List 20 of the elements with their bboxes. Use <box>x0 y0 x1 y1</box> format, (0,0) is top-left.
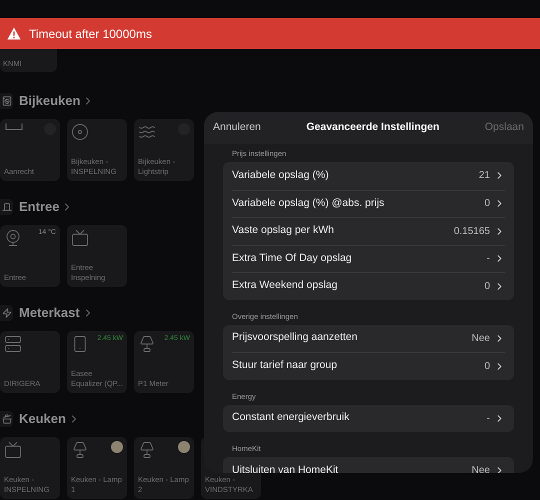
setting-label: Vaste opslag per kWh <box>232 223 334 238</box>
dialog-title: Geavanceerde Instellingen <box>306 120 440 136</box>
setting-value: 21 <box>478 169 490 184</box>
setting-value: Nee <box>472 332 490 346</box>
setting-label: Extra Time Of Day opslag <box>232 250 352 266</box>
setting-label: Extra Weekend opslag <box>232 278 338 294</box>
setting-value: 0 <box>484 280 490 294</box>
setting-label: Variabele opslag (%) @abs. prijs <box>232 196 384 211</box>
setting-label: Stuur tarief naar group <box>232 358 338 374</box>
setting-value: 0 <box>484 360 490 374</box>
setting-value: - <box>486 412 490 426</box>
error-message: Timeout after 10000ms <box>29 26 152 42</box>
setting-value: Nee <box>472 464 490 473</box>
setting-label: Constant energieverbruik <box>232 410 350 426</box>
setting-label: Variabele opslag (%) <box>232 168 329 183</box>
setting-value: - <box>486 252 490 266</box>
setting-label: Prijsvoorspelling aanzetten <box>232 330 358 346</box>
setting-label: Uitsluiten van HomeKit <box>232 462 338 473</box>
setting-value: 0 <box>484 197 490 212</box>
setting-value: 0.15165 <box>454 224 490 239</box>
